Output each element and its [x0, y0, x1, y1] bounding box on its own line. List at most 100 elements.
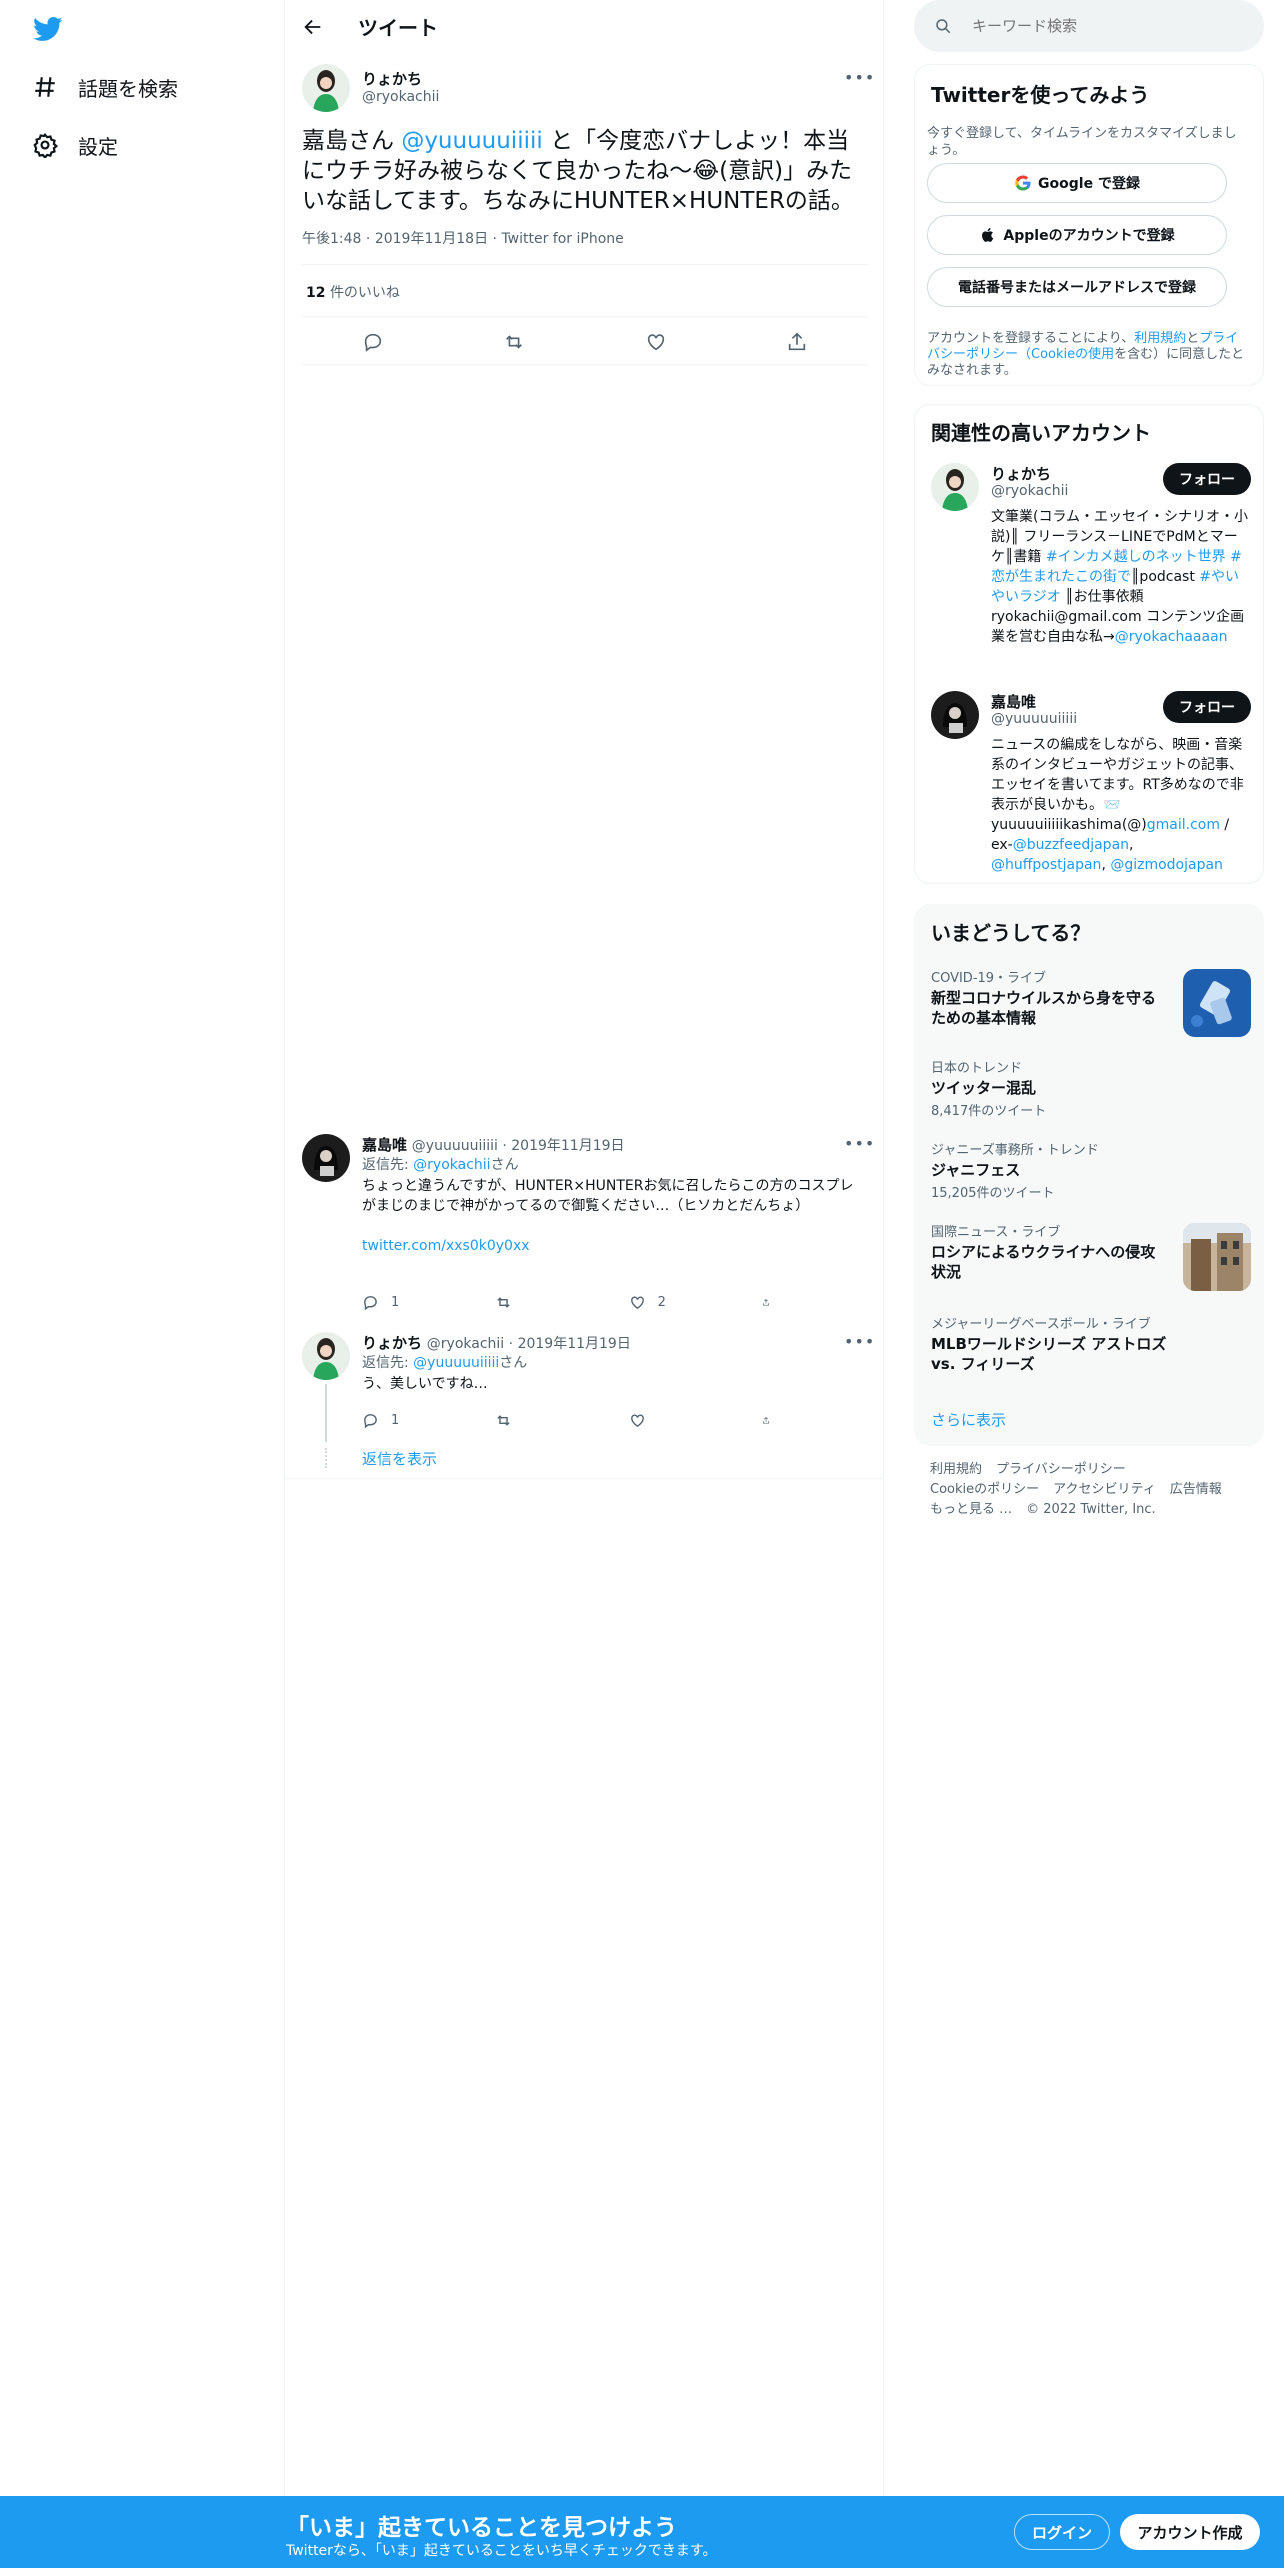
like-button[interactable]: 2	[629, 1294, 699, 1311]
avatar[interactable]	[302, 1332, 350, 1380]
search-input[interactable]	[972, 17, 1232, 35]
more-options-icon[interactable]: •••	[844, 68, 874, 92]
reply-icon	[364, 1413, 377, 1428]
likes-label: 件のいいね	[329, 285, 400, 301]
relevant-accounts-title: 関連性の高いアカウント	[931, 421, 1151, 445]
reply-icon	[364, 1295, 377, 1310]
account-name[interactable]: りょかち	[991, 463, 1051, 484]
trend-title: MLBワールドシリーズ アストロズ vs. フィリーズ	[931, 1335, 1167, 1373]
tweet-text-part: 嘉島さん	[302, 128, 402, 154]
nav-explore[interactable]: 話題を検索	[32, 67, 178, 107]
terms-link[interactable]: 利用規約	[1134, 331, 1186, 346]
mention-link[interactable]: @yuuuuuiiiii	[401, 128, 542, 154]
bio-mention-link[interactable]: @ryokachaaaan	[1115, 629, 1228, 645]
google-signup-button[interactable]: Google で登録	[927, 163, 1227, 203]
phone-email-signup-button[interactable]: 電話番号またはメールアドレスで登録	[927, 267, 1227, 307]
footer-link[interactable]: 利用規約	[930, 1462, 982, 1477]
tweet-time[interactable]: 午後1:48	[302, 231, 361, 247]
trend-context: 日本のトレンド	[931, 1061, 1023, 1076]
avatar[interactable]	[302, 1134, 350, 1182]
avatar[interactable]	[931, 691, 979, 739]
reply-action-bar: 1 2	[362, 1292, 782, 1312]
trend-context: ジャニーズ事務所・トレンド	[931, 1143, 1099, 1158]
footer-link[interactable]: プライバシーポリシー	[996, 1462, 1126, 1477]
account-name[interactable]: 嘉島唯	[991, 691, 1036, 712]
trend-item[interactable]: メジャーリーグベースボール・ライブ MLBワールドシリーズ アストロズ vs. …	[931, 1313, 1251, 1383]
reply-text-content: う、美しいですね…	[362, 1376, 488, 1392]
retweet-button[interactable]	[495, 1294, 565, 1311]
reply-button[interactable]: 1	[362, 1412, 432, 1429]
tweet-source[interactable]: Twitter for iPhone	[501, 231, 623, 247]
share-button[interactable]	[762, 1294, 782, 1311]
avatar[interactable]	[931, 463, 979, 511]
show-replies-link[interactable]: 返信を表示	[362, 1448, 437, 1469]
reply-author-name[interactable]: りょかち	[362, 1334, 422, 1352]
reply-to: 返信先: @ryokachiiさん	[362, 1154, 519, 1174]
reply-tweet[interactable]: 嘉島唯 @yuuuuuiiiii · 2019年11月19日 ••• 返信先: …	[302, 1134, 874, 1314]
like-icon[interactable]	[645, 331, 667, 353]
retweet-icon[interactable]	[503, 331, 525, 353]
signup-legal-text: アカウントを登録することにより、利用規約とプライバシーポリシー（Cookieの使…	[927, 331, 1247, 379]
reply-date[interactable]: 2019年11月19日	[518, 1336, 631, 1352]
reply-date[interactable]: 2019年11月19日	[511, 1138, 624, 1154]
signup-button[interactable]: アカウント作成	[1120, 2514, 1260, 2550]
trend-item[interactable]: 国際ニュース・ライブ ロシアによるウクライナへの侵攻状況	[931, 1221, 1251, 1291]
footer-link[interactable]: アクセシビリティ	[1053, 1482, 1156, 1497]
reply-action-bar: 1	[362, 1410, 782, 1430]
bio-link[interactable]: gmail.com	[1147, 817, 1220, 833]
back-arrow-icon[interactable]	[302, 16, 324, 38]
reply-to-link[interactable]: @yuuuuuiiiii	[413, 1355, 499, 1371]
reply-link[interactable]: twitter.com/xxs0k0y0xx	[362, 1238, 530, 1254]
like-button[interactable]	[629, 1412, 699, 1429]
account-handle[interactable]: @yuuuuuiiiii	[991, 711, 1077, 727]
reply-author-name[interactable]: 嘉島唯	[362, 1136, 407, 1154]
more-options-icon[interactable]: •••	[844, 1134, 874, 1158]
share-icon[interactable]	[786, 331, 808, 353]
author-handle[interactable]: @ryokachii	[362, 89, 439, 105]
account-item[interactable]: 嘉島唯 @yuuuuuiiiii フォロー ニュースの編成をしながら、映画・音楽…	[931, 691, 1251, 873]
legal-text: と	[1186, 331, 1200, 346]
account-item[interactable]: りょかち @ryokachii フォロー 文筆業(コラム・エッセイ・シナリオ・小…	[931, 463, 1251, 663]
page-title: ツイート	[358, 16, 438, 40]
retweet-button[interactable]	[495, 1412, 565, 1429]
nav-settings[interactable]: 設定	[32, 125, 118, 165]
follow-button[interactable]: フォロー	[1163, 463, 1251, 495]
bio-mention-link[interactable]: @gizmodojapan	[1110, 857, 1223, 873]
reply-to-link[interactable]: @ryokachii	[413, 1157, 490, 1173]
reply-icon[interactable]	[362, 331, 384, 353]
author-name[interactable]: りょかち	[362, 68, 422, 89]
bio-mention-link[interactable]: @buzzfeedjapan	[1013, 837, 1129, 853]
trend-thumbnail	[1183, 969, 1251, 1037]
tweet-date[interactable]: 2019年11月18日	[375, 231, 488, 247]
account-handle[interactable]: @ryokachii	[991, 483, 1068, 499]
apple-signup-button[interactable]: Appleのアカウントで登録	[927, 215, 1227, 255]
more-options-icon[interactable]: •••	[844, 1332, 874, 1356]
footer-link[interactable]: Cookieのポリシー	[930, 1482, 1039, 1497]
footer-link[interactable]: もっと見る …	[930, 1502, 1012, 1517]
show-more-link[interactable]: さらに表示	[931, 1409, 1006, 1430]
footer-link[interactable]: 広告情報	[1170, 1482, 1222, 1497]
left-navigation: 話題を検索 設定	[0, 0, 285, 2500]
copyright: © 2022 Twitter, Inc.	[1026, 1502, 1156, 1517]
reply-author-handle[interactable]: @yuuuuuiiiii	[412, 1138, 498, 1154]
bio-text: ║podcast	[1131, 569, 1200, 585]
likes-count[interactable]: 12 件のいいね	[306, 282, 400, 302]
search-bar[interactable]	[914, 0, 1264, 52]
trend-item[interactable]: ジャニーズ事務所・トレンド ジャニフェス 15,205件のツイート	[931, 1139, 1251, 1201]
likes-number: 12	[306, 285, 326, 301]
share-button[interactable]	[762, 1412, 782, 1429]
reply-tweet[interactable]: りょかち @ryokachii · 2019年11月19日 ••• 返信先: @…	[302, 1332, 874, 1442]
trend-item[interactable]: 日本のトレンド ツイッター混乱 8,417件のツイート	[931, 1057, 1251, 1119]
login-button[interactable]: ログイン	[1014, 2514, 1110, 2550]
reply-author-handle[interactable]: @ryokachii	[427, 1336, 504, 1352]
trend-title: 新型コロナウイルスから身を守るための基本情報	[931, 989, 1157, 1027]
twitter-bird-icon[interactable]	[32, 14, 64, 44]
trend-item[interactable]: COVID-19・ライブ 新型コロナウイルスから身を守るための基本情報	[931, 967, 1251, 1037]
bio-mention-link[interactable]: @huffpostjapan	[991, 857, 1101, 873]
follow-button[interactable]: フォロー	[1163, 691, 1251, 723]
hashtag-link[interactable]: #インカメ越しのネット世界	[1046, 549, 1226, 565]
reply-button[interactable]: 1	[362, 1294, 432, 1311]
google-icon	[1015, 175, 1031, 191]
bio-text: ,	[1129, 837, 1134, 853]
avatar[interactable]	[302, 64, 350, 112]
